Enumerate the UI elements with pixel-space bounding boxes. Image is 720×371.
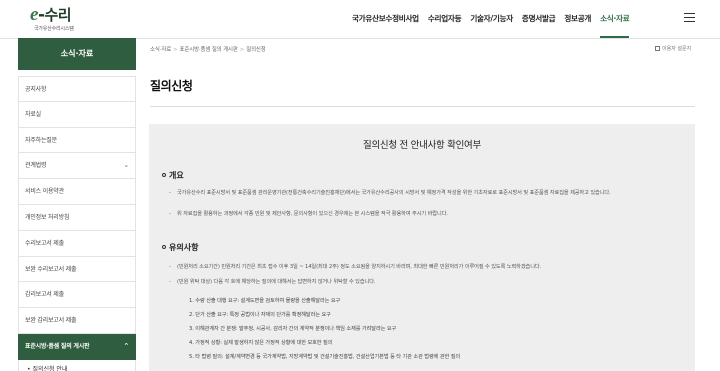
logo-wordmark: e-수리 [30, 4, 72, 26]
page-title: 질의신청 [150, 79, 193, 93]
breadcrumb-item[interactable]: 소식·자료 [150, 47, 171, 53]
list-item: 2. 단가 산출 요구: 특정 공법이나 자재의 단가를 확정해달라는 요구 [189, 312, 331, 318]
list-item: 3. 이해관계자 간 분쟁: 발주청, 시공사, 감리자 간의 계약적 분쟁이나… [189, 326, 397, 332]
section-heading-cautions: 유의사항 [162, 242, 198, 253]
sidebar-item-label: 자주하는질문 [25, 136, 57, 144]
sidebar-item-supervision-report[interactable]: 감리보고서 제출 [18, 282, 136, 309]
gnb-item-certificates[interactable]: 증명서발급 [522, 0, 556, 38]
breadcrumb-item: 질의신청 [246, 47, 266, 53]
section-heading-overview: 개요 [162, 170, 184, 181]
cautions-numbered-list: 1. 수량 산출 대행 요구: 설계도면을 검토하여 물량을 산출해달라는 요구… [189, 294, 669, 364]
sidebar-item-label: 보완 감리보고서 제출 [25, 317, 77, 325]
sidebar-item-supplementary-supervision-report[interactable]: 보완 감리보고서 제출 [18, 308, 136, 334]
gnb-item-technicians[interactable]: 기술자/기능자 [470, 0, 513, 38]
cautions-paragraph: (민원처리 소요기간) 민원처리 기간은 최초 접수 이후 3일 ~ 14일(최… [169, 263, 677, 271]
gnb-item-information[interactable]: 정보공개 [564, 0, 591, 38]
site-logo[interactable]: e-수리 국가유산수리시스템 [30, 5, 110, 33]
sidebar-item-faq[interactable]: 자주하는질문 [18, 127, 136, 154]
cautions-paragraph: (민원 위탁 대상) 다음 각 호에 해당하는 질의에 대해서는 답변하지 않거… [169, 278, 677, 286]
overview-paragraph: 국가유산수리 표준시방서 및 표준품셈 관리운영기관(전통건축수리기술진흥재단)… [169, 189, 677, 197]
sidebar-item-inquiry-board[interactable]: 표준시방·품셈 질의 게시판 ⌃ [18, 333, 136, 360]
sidebar-menu: 공지사항 자료실 자주하는질문 관계법령 ⌄ 서비스 이용약관 개인정보 처리방침… [18, 76, 136, 371]
panel-title: 질의신청 전 안내사항 확인여부 [363, 140, 481, 151]
title-divider [150, 106, 695, 107]
gnb-item-contractors[interactable]: 수리업자등 [428, 0, 462, 38]
sidebar-item-label: 개인정보 처리방침 [25, 213, 70, 221]
hamburger-icon[interactable] [684, 13, 695, 23]
sidebar-item-supplementary-repair-report[interactable]: 보완 수리보고서 제출 [18, 256, 136, 283]
sidebar-item-label: 서비스 이용약관 [25, 188, 64, 196]
list-item: 1. 수량 산출 대행 요구: 설계도면을 검토하여 물량을 산출해달라는 요구 [189, 298, 341, 304]
breadcrumb-item[interactable]: 표준시방·품셈 질의 게시판 [179, 47, 237, 53]
sidebar-item-archive[interactable]: 자료실 [18, 101, 136, 128]
sidebar-item-label: 감리보고서 제출 [25, 291, 64, 299]
survey-label: 이용자 설문지 [662, 46, 692, 52]
notice-panel: 질의신청 전 안내사항 확인여부 개요 국가유산수리 표준시방서 및 표준품셈 … [149, 124, 695, 371]
gnb-item-news[interactable]: 소식·자료 [600, 0, 630, 38]
sidebar-item-label: 보완 수리보고서 제출 [25, 265, 77, 273]
gnb-item-heritage-repair[interactable]: 국가유산보수정비사업 [352, 0, 419, 38]
logo-subtitle: 국가유산수리시스템 [34, 26, 74, 32]
sidebar-item-repair-report[interactable]: 수리보고서 제출 [18, 230, 136, 257]
overview-paragraph: 위 자료집을 활용하는 과정에서 각종 민원 및 제안사항, 문의사항이 있으신… [169, 210, 677, 218]
survey-icon [655, 46, 660, 51]
sidebar-item-label: 수리보고서 제출 [25, 239, 64, 247]
chevron-up-icon: ⌃ [123, 341, 129, 350]
sidebar-item-notice[interactable]: 공지사항 [18, 76, 136, 102]
list-item: 4. 가정적 상황: 실제 발생하지 않은 가정적 상황에 대한 모호한 질의 [189, 340, 333, 346]
chevron-down-icon: ⌄ [123, 161, 129, 170]
sidebar-item-label: 자료실 [25, 110, 41, 118]
sidebar-item-laws[interactable]: 관계법령 ⌄ [18, 153, 136, 180]
sidebar-item-label: 공지사항 [25, 86, 47, 93]
site-header: e-수리 국가유산수리시스템 국가유산보수정비사업 수리업자등 기술자/기능자 … [0, 0, 720, 38]
survey-link[interactable]: 이용자 설문지 [655, 45, 691, 52]
breadcrumb: 소식·자료 > 표준시방·품셈 질의 게시판 > 질의신청 [150, 47, 266, 53]
list-item: 5. 타 법령 질의: 설계/계약변경 등 국가계약법, 지방계약법 및 건설기… [189, 354, 461, 360]
sidebar-item-label: 표준시방·품셈 질의 게시판 [25, 342, 90, 350]
sidebar-item-label: 관계법령 [25, 162, 47, 170]
sidebar-title: 소식·자료 [18, 38, 136, 70]
global-nav: 국가유산보수정비사업 수리업자등 기술자/기능자 증명서발급 정보공개 소식·자… [352, 0, 638, 38]
sidebar-item-terms[interactable]: 서비스 이용약관 [18, 179, 136, 205]
sidebar-subitem-inquiry-guide[interactable]: • 질의신청 안내 [18, 359, 136, 371]
sidebar-item-privacy[interactable]: 개인정보 처리방침 [18, 204, 136, 231]
